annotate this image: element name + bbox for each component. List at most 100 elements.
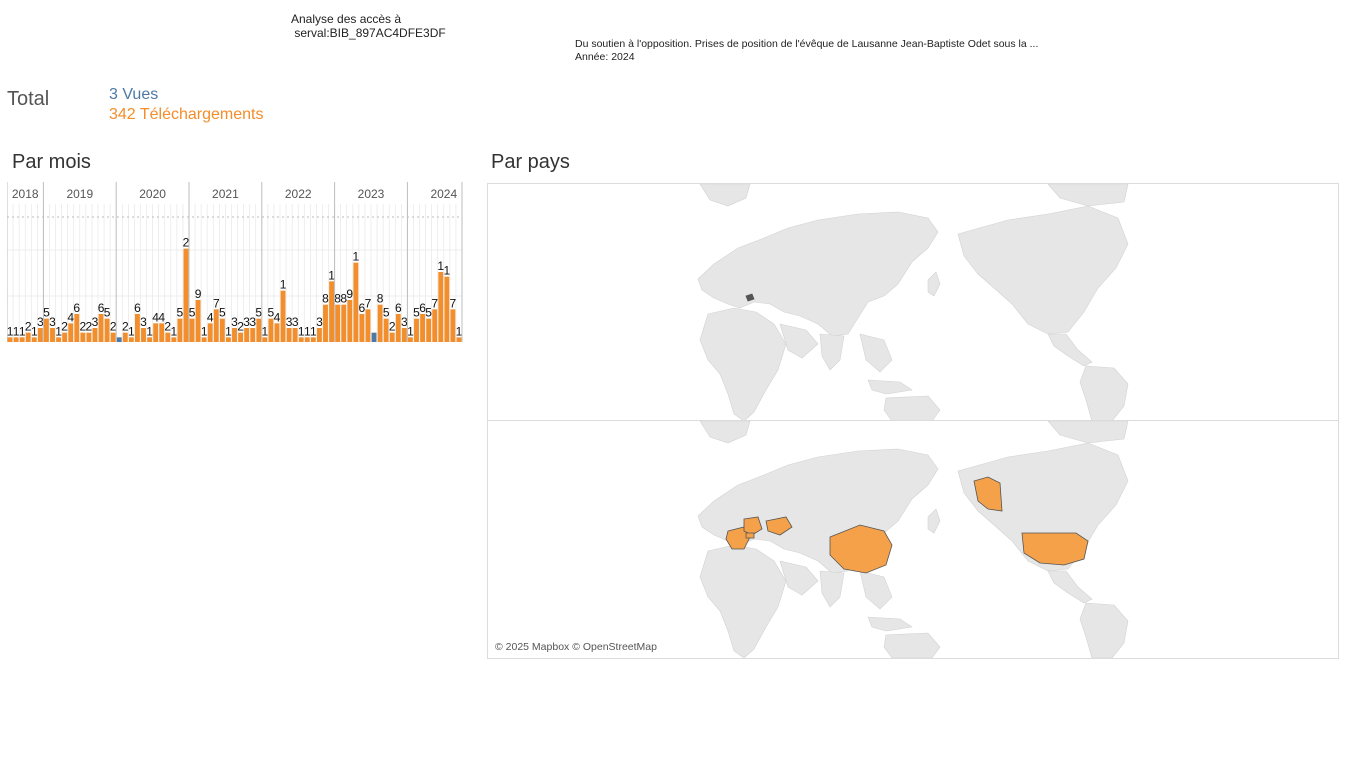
bar-value-label: 1 [443,264,450,278]
downloads-bar[interactable] [274,323,280,342]
downloads-bar[interactable] [256,318,262,342]
downloads-bar[interactable] [92,328,98,342]
land-southamerica [1079,602,1129,658]
downloads-bar[interactable] [329,281,334,342]
downloads-bar[interactable] [244,328,250,342]
downloads-bar[interactable] [426,318,432,342]
bar-value-label: 7 [431,296,438,310]
downloads-bar[interactable] [74,314,80,342]
downloads-bar[interactable] [25,332,31,342]
downloads-bar[interactable] [98,314,104,342]
downloads-bar[interactable] [359,314,365,342]
downloads-bar[interactable] [207,323,213,342]
land-centralamerica [1047,570,1093,604]
total-label: Total [7,88,50,110]
bar-value-label: 5 [177,306,184,320]
bar-value-label: 1 [280,278,287,292]
year-label: 2021 [212,187,239,201]
downloads-bar[interactable] [323,304,328,342]
downloads-bar[interactable] [401,328,407,342]
year-label: 2018 [12,187,39,201]
land-arcticisl [1047,184,1129,207]
bar-value-label: 2 [389,320,396,334]
downloads-bar[interactable] [365,309,371,342]
downloads-bar[interactable] [104,318,110,342]
downloads-bar[interactable] [86,332,92,342]
downloads-bar[interactable] [377,304,383,342]
downloads-bar[interactable] [50,328,55,342]
country-switzerland[interactable] [745,532,755,539]
bar-value-label: 5 [189,306,196,320]
land-arabia [779,560,819,596]
downloads-bar[interactable] [141,328,146,342]
downloads-bar[interactable] [250,328,256,342]
downloads-bar[interactable] [80,332,86,342]
downloads-bar[interactable] [177,318,183,342]
map-panel-downloads[interactable] [487,420,1339,659]
publication-title: Du soutien à l'opposition. Prises de pos… [575,38,1039,50]
total-downloads: 342 Téléchargements [109,106,264,123]
downloads-bar[interactable] [420,314,425,342]
downloads-bar[interactable] [159,323,165,342]
downloads-bar[interactable] [450,309,456,342]
bar-value-label: 4 [274,310,281,324]
bar-value-label: 6 [134,301,141,315]
downloads-bar[interactable] [189,318,195,342]
land-centralamerica [1047,333,1093,367]
bar-value-label: 8 [377,292,384,306]
land-indonesia [867,379,913,395]
downloads-bar[interactable] [438,272,444,342]
downloads-bar[interactable] [195,300,201,342]
land-arcticisl [1047,421,1129,444]
downloads-bar[interactable] [153,323,159,342]
downloads-bar[interactable] [341,304,347,342]
publication-info: Du soutien à l'opposition. Prises de pos… [575,38,1038,64]
downloads-bar[interactable] [268,318,274,342]
downloads-bar[interactable] [335,304,341,342]
monthly-bar-chart[interactable]: 1 1 1 2 13531 2462 2 36 52 2 16314 42 15259147513 2 3 3… [7,182,465,344]
downloads-bar[interactable] [414,318,419,342]
downloads-bar[interactable] [122,332,128,342]
downloads-bar[interactable] [389,332,395,342]
downloads-bar[interactable] [62,332,68,342]
downloads-bar[interactable] [432,309,438,342]
downloads-bar[interactable] [219,318,225,342]
views-bar[interactable] [371,332,377,342]
downloads-bar[interactable] [280,290,286,342]
land-arabia [779,323,819,359]
map-panel-views[interactable] [487,183,1339,422]
downloads-bar[interactable] [213,309,219,342]
downloads-bar[interactable] [165,332,171,342]
report-heading: Analyse des accès à serval:BIB_897AC4DFE… [291,12,446,40]
report-record-id: serval:BIB_897AC4DFE3DF [291,26,446,40]
bar-value-label: 1 [170,324,177,338]
downloads-bar[interactable] [444,276,450,342]
land-indonesia [867,616,913,632]
downloads-bar[interactable] [383,318,389,342]
bar-value-label: 6 [73,301,80,315]
downloads-bar[interactable] [395,314,401,342]
downloads-bar[interactable] [110,332,116,342]
downloads-bar[interactable] [183,248,189,342]
downloads-bar[interactable] [347,300,353,342]
downloads-bar[interactable] [238,332,243,342]
year-label: 2024 [430,187,457,201]
downloads-bar[interactable] [317,328,322,342]
monthly-section-title: Par mois [12,151,91,173]
bar-value-label: 5 [219,306,226,320]
bar-value-label: 1 [261,324,268,338]
country-section-title: Par pays [491,151,570,173]
downloads-bar[interactable] [292,328,298,342]
land-australia [883,395,941,421]
downloads-bar[interactable] [232,328,237,342]
downloads-bar[interactable] [286,328,292,342]
views-bar[interactable] [116,337,122,342]
downloads-bar[interactable] [135,314,140,342]
downloads-bar[interactable] [37,328,43,342]
year-label: 2023 [358,187,385,201]
land-africa [699,307,787,421]
bar-value-label: 3 [316,315,323,329]
downloads-bar[interactable] [44,318,49,342]
downloads-bar[interactable] [68,323,74,342]
downloads-bar[interactable] [353,262,359,342]
